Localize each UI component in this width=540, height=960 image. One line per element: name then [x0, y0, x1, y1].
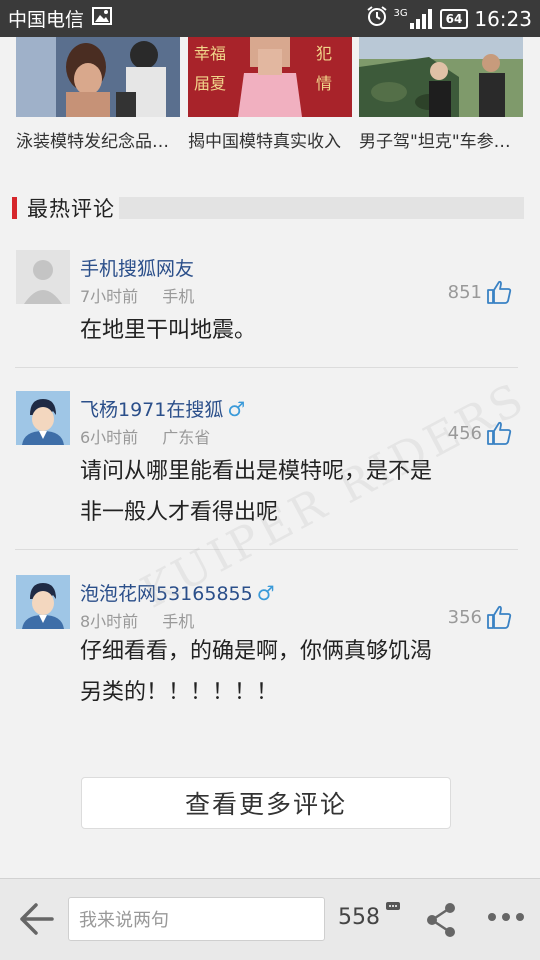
comment-line: 另类的！！！！！！ — [80, 680, 279, 705]
svg-text:犯: 犯 — [316, 44, 332, 63]
back-arrow-icon[interactable] — [16, 901, 56, 937]
thumbs-up-icon — [487, 280, 512, 304]
comment-bubble-icon[interactable] — [386, 897, 400, 910]
related-news: 泳装模特发纪念品… 幸福 届夏 犯 情 揭中国模特真实收入 男子驾"坦克"车参赛… — [0, 37, 540, 167]
male-icon: ♂ — [227, 397, 246, 421]
input-placeholder: 我来说两句 — [79, 910, 169, 931]
hot-comments-header: 最热评论 — [12, 196, 524, 221]
comment-meta: 7小时前 手机 — [80, 283, 194, 307]
cartoon-avatar[interactable] — [16, 391, 70, 445]
cartoon-avatar[interactable] — [16, 575, 70, 629]
related-caption[interactable]: 揭中国模特真实收入 — [188, 127, 352, 152]
comment-text: 仔细看看，的确是啊，你俩真够饥渴 另类的！！！！！！ — [80, 631, 520, 713]
related-item[interactable]: 男子驾"坦克"车参赛… — [359, 37, 523, 152]
comment-line: 在地里干叫地震。 — [80, 318, 257, 343]
clock: 16:23 — [474, 6, 532, 31]
model-photo[interactable]: 幸福 届夏 犯 情 — [188, 37, 352, 117]
event-photo[interactable] — [16, 37, 180, 117]
comment-meta: 8小时前 手机 — [80, 608, 194, 632]
share-icon[interactable] — [424, 901, 458, 939]
comment-username[interactable]: 飞杨1971在搜狐 ♂ — [80, 395, 245, 422]
section-title: 最热评论 — [27, 197, 115, 221]
svg-text:幸福: 幸福 — [194, 44, 226, 63]
related-caption[interactable]: 男子驾"坦克"车参赛… — [359, 127, 523, 152]
bottom-toolbar: 我来说两句 558 — [0, 878, 540, 960]
section-accent-bar — [12, 197, 17, 219]
comment-time: 8小时前 — [80, 612, 139, 631]
like-button[interactable]: 851 — [448, 280, 512, 304]
battery-icon: 64 — [439, 8, 469, 29]
comment-divider — [15, 367, 518, 368]
more-comments-button[interactable]: 查看更多评论 — [81, 777, 451, 829]
signal-icon: 3G — [393, 7, 434, 29]
carrier-name: 中国电信 — [8, 9, 85, 31]
related-caption[interactable]: 泳装模特发纪念品… — [16, 127, 180, 152]
status-bar: 中国电信 3G 64 16:23 — [0, 0, 540, 37]
male-icon: ♂ — [256, 581, 275, 605]
comment-input[interactable]: 我来说两句 — [68, 897, 325, 941]
alarm-icon — [366, 5, 388, 32]
like-button[interactable]: 356 — [448, 605, 512, 629]
like-count: 851 — [447, 281, 482, 303]
comment-source: 广东省 — [162, 428, 211, 447]
svg-text:届夏: 届夏 — [194, 74, 226, 93]
default-avatar[interactable] — [16, 250, 70, 304]
section-divider — [119, 197, 524, 219]
thumbs-up-icon — [487, 605, 512, 629]
comment-line: 仔细看看，的确是啊，你俩真够饥渴 — [80, 639, 433, 664]
svg-text:情: 情 — [316, 74, 332, 93]
comment-time: 6小时前 — [80, 428, 139, 447]
related-item[interactable]: 幸福 届夏 犯 情 揭中国模特真实收入 — [188, 37, 352, 152]
username-text[interactable]: 飞杨1971在搜狐 — [80, 399, 223, 421]
comment-source: 手机 — [162, 287, 195, 306]
network-type: 3G — [393, 7, 408, 19]
related-item[interactable]: 泳装模特发纪念品… — [16, 37, 180, 152]
comment-count[interactable]: 558 — [338, 905, 380, 930]
like-count: 356 — [447, 606, 482, 628]
comment-source: 手机 — [162, 612, 195, 631]
username-text[interactable]: 手机搜狐网友 — [80, 258, 194, 280]
image-icon — [92, 7, 113, 30]
comment-time: 7小时前 — [80, 287, 139, 306]
comment-username[interactable]: 手机搜狐网友 — [80, 254, 194, 281]
more-options-icon[interactable] — [486, 907, 526, 927]
comment-meta: 6小时前 广东省 — [80, 424, 210, 448]
comment-text: 在地里干叫地震。 — [80, 310, 520, 351]
tank-car-photo[interactable] — [359, 37, 523, 117]
